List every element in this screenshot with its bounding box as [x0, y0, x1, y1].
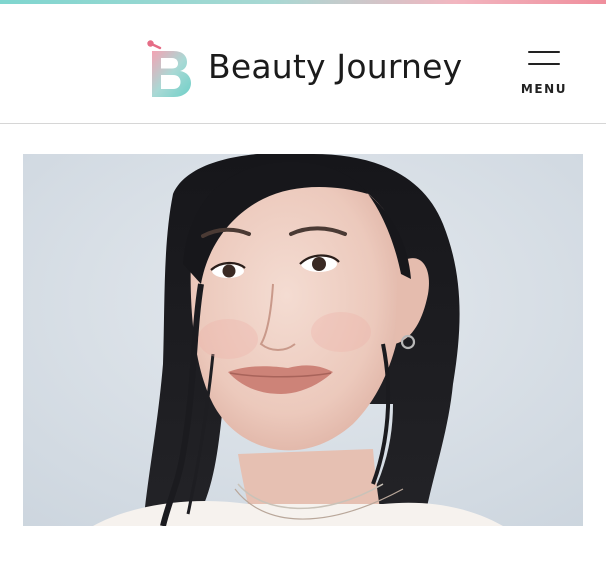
brand-logo-icon	[147, 40, 191, 97]
portrait-photo	[23, 154, 583, 526]
menu-label: MENU	[520, 82, 568, 96]
menu-button[interactable]: MENU	[518, 46, 570, 100]
hamburger-icon	[528, 51, 560, 53]
brand-logo-link[interactable]: Beauty Journey	[146, 37, 463, 99]
header-divider	[0, 123, 606, 124]
hamburger-icon-line	[528, 63, 560, 65]
brand-name: Beauty Journey	[208, 47, 463, 86]
site-header: Beauty Journey MENU	[0, 4, 606, 123]
hero-image	[23, 154, 583, 526]
